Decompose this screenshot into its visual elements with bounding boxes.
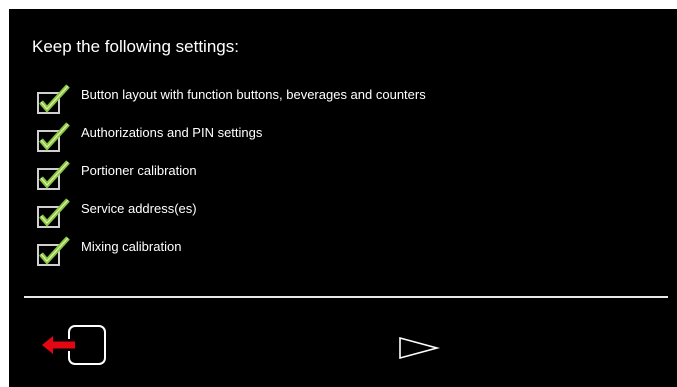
checkbox-checked-icon[interactable] (36, 197, 74, 229)
setting-label: Authorizations and PIN settings (81, 125, 263, 140)
checkbox-checked-icon[interactable] (36, 83, 74, 115)
next-button[interactable] (397, 335, 441, 361)
setting-label: Mixing calibration (81, 239, 182, 254)
checkbox-checked-icon[interactable] (36, 121, 74, 153)
exit-arrow-left-icon (42, 325, 106, 365)
setting-label: Portioner calibration (81, 163, 197, 178)
setting-label: Button layout with function buttons, bev… (81, 87, 426, 102)
checkbox-checked-icon[interactable] (36, 159, 74, 191)
back-button[interactable] (39, 324, 111, 374)
checkbox-checked-icon[interactable] (36, 235, 74, 267)
settings-screen: Keep the following settings: Button layo… (9, 9, 677, 387)
divider (24, 296, 668, 298)
page-title: Keep the following settings: (32, 37, 239, 56)
play-triangle-outline-icon (399, 336, 441, 360)
setting-label: Service address(es) (81, 201, 197, 216)
